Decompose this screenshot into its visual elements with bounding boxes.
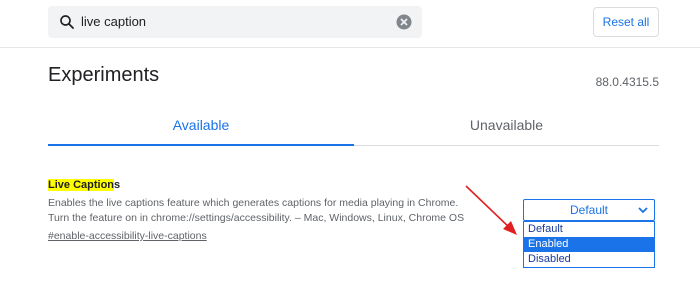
reset-all-button[interactable]: Reset all [593,7,659,37]
experiment-description-line: Turn the feature on in chrome://settings… [48,212,465,224]
version-label: 88.0.4315.5 [595,75,659,89]
experiment-title-highlight: Live Caption [48,179,115,191]
search-box[interactable]: live caption [48,6,422,38]
experiment-description-line: Enables the live captions feature which … [48,197,459,209]
option-enabled[interactable]: Enabled [524,237,654,252]
experiment-title-suffix: s [114,179,121,191]
chevron-down-icon [638,207,648,214]
experiment-description: Enables the live captions feature which … [48,196,508,226]
search-icon [60,15,74,29]
experiment-link[interactable]: #enable-accessibility-live-captions [48,230,207,242]
clear-icon[interactable] [396,14,412,30]
option-default[interactable]: Default [524,222,654,237]
header-bar: live caption Reset all [0,0,700,48]
experiment-title: Live Captions [48,179,120,191]
tab-available[interactable]: Available [48,117,354,147]
select-value: Default [569,203,609,217]
active-tab-indicator [48,144,354,146]
experiment-state-select[interactable]: Default [523,199,655,221]
search-input[interactable]: live caption [81,14,146,29]
tab-unavailable[interactable]: Unavailable [354,117,659,147]
page-title: Experiments [48,64,160,86]
option-disabled[interactable]: Disabled [524,252,654,267]
select-options-list: Default Enabled Disabled [523,221,655,268]
